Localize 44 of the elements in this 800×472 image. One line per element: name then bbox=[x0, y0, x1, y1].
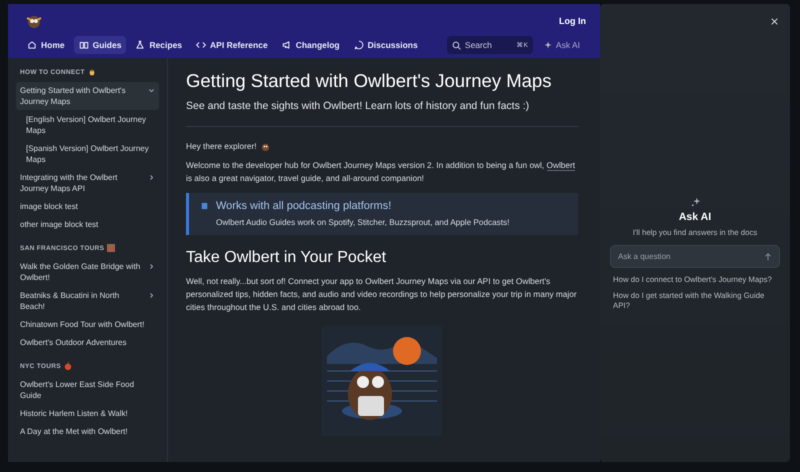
home-icon bbox=[27, 40, 37, 50]
sidebar-item[interactable]: Integrating with the Owlbert Journey Maps API bbox=[16, 169, 159, 197]
close-button[interactable] bbox=[769, 16, 780, 27]
ask-ai-button[interactable]: Ask AI bbox=[536, 36, 586, 54]
owl-icon bbox=[260, 142, 270, 150]
sidebar-item[interactable]: Historic Harlem Listen & Walk! bbox=[16, 405, 159, 422]
nav-tab[interactable]: Guides bbox=[74, 36, 126, 54]
sparkle-icon bbox=[542, 40, 552, 50]
greeting-text: Hey there explorer! bbox=[186, 141, 257, 151]
nav-tab[interactable]: API Reference bbox=[191, 36, 273, 54]
sidebar-item[interactable]: Owlbert's Lower East Side Food Guide bbox=[16, 376, 159, 404]
sidebar-item[interactable]: A Day at the Met with Owlbert! bbox=[16, 423, 159, 440]
sidebar-item[interactable]: Walk the Golden Gate Bridge with Owlbert! bbox=[16, 258, 159, 286]
megaphone-icon bbox=[282, 40, 292, 50]
sidebar-item[interactable]: image block test bbox=[16, 198, 159, 215]
nav-tab[interactable]: Changelog bbox=[276, 36, 345, 54]
sidebar-item[interactable]: Getting Started with Owlbert's Journey Maps bbox=[16, 82, 159, 110]
sidebar-subitem[interactable]: [English Version] Owlbert Journey Maps bbox=[16, 111, 159, 139]
send-arrow-icon[interactable] bbox=[764, 252, 772, 260]
sidebar-item[interactable]: Owlbert's Outdoor Adventures bbox=[16, 334, 159, 351]
section-heading: Take Owlbert in Your Pocket bbox=[186, 249, 388, 267]
nav-tab[interactable]: Home bbox=[22, 36, 70, 54]
search-icon bbox=[452, 40, 461, 50]
code-icon bbox=[196, 40, 206, 50]
sidebar-item[interactable]: Chinatown Food Tour with Owlbert! bbox=[16, 316, 159, 333]
owlbert-link[interactable]: Owlbert bbox=[546, 160, 576, 171]
sidebar-item[interactable]: Beatniks & Bucatini in North Beach! bbox=[16, 287, 159, 315]
sidebar-subitem[interactable]: [Spanish Version] Owlbert Journey Maps bbox=[16, 140, 159, 168]
sidebar-item[interactable]: other image block test bbox=[16, 216, 159, 233]
page-subtitle: See and taste the sights with Owlbert! Learn lots of history and fun facts :) bbox=[186, 100, 530, 112]
panel-title: Ask AI bbox=[678, 211, 712, 223]
callout-title: Works with all podcasting platforms! bbox=[216, 200, 392, 212]
apple-icon bbox=[64, 362, 72, 370]
owl-logo-icon[interactable] bbox=[24, 13, 44, 29]
nav-tab[interactable]: Recipes bbox=[130, 36, 188, 54]
flask-icon bbox=[135, 40, 146, 50]
body-paragraph: Well, not really...but sort of! Connect your app to Owlbert Journey Maps via our API to get Owlbert's personalized tips, hidden facts, and audio and video recordings to help personalize your trip in many major cities throughout the U.S. and cities abroad too. bbox=[186, 275, 578, 314]
nav-tab[interactable]: Discussions bbox=[348, 36, 423, 54]
question-field[interactable]: Ask a question bbox=[610, 245, 780, 268]
login-link[interactable]: Log In bbox=[559, 16, 586, 26]
callout-text: Owlbert Audio Guides work on Spotify, Stitcher, Buzzsprout, and Apple Podcasts! bbox=[216, 218, 510, 227]
sparkle-icon bbox=[690, 197, 700, 208]
intro-paragraph: Welcome to the developer hub for Owlbert Journey Maps version 2. In addition to being a fun owl, Owlbert is also a great navigator, travel guide, and all-around companion! bbox=[186, 159, 576, 185]
page-title: Getting Started with Owlbert's Journey Maps bbox=[186, 70, 552, 92]
